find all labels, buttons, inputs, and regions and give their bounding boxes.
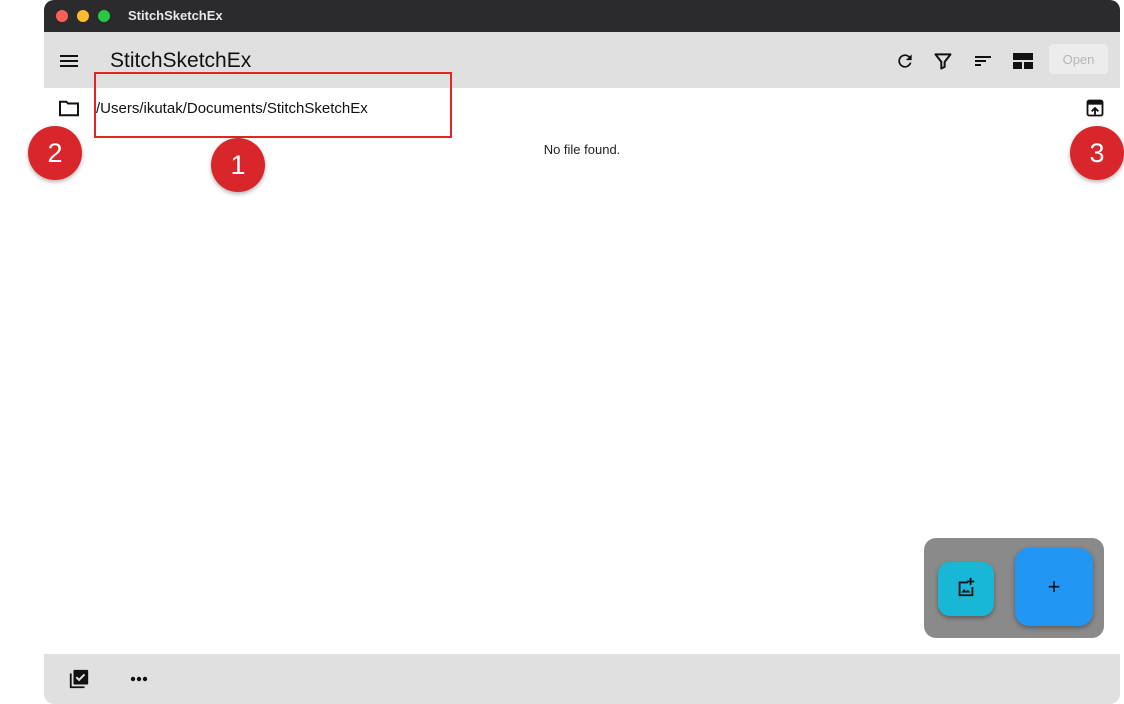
- open-button[interactable]: Open: [1049, 44, 1108, 74]
- current-path: /Users/ikutak/Documents/StitchSketchEx: [96, 100, 368, 117]
- annotation-badge-3: 3: [1070, 126, 1124, 180]
- zoom-window-button[interactable]: [98, 10, 110, 22]
- folder-icon[interactable]: [56, 96, 82, 120]
- view-layout-icon[interactable]: [1010, 48, 1036, 74]
- add-image-icon: [955, 576, 977, 603]
- minimize-window-button[interactable]: [77, 10, 89, 22]
- path-bar: /Users/ikutak/Documents/StitchSketchEx: [44, 88, 1120, 128]
- close-window-button[interactable]: [56, 10, 68, 22]
- select-all-icon[interactable]: [66, 666, 92, 692]
- refresh-icon[interactable]: [892, 48, 918, 74]
- fab-panel: +: [924, 538, 1104, 638]
- menu-icon[interactable]: [56, 48, 82, 74]
- annotation-badge-2: 2: [28, 126, 82, 180]
- more-icon[interactable]: [126, 666, 152, 692]
- empty-message: No file found.: [543, 142, 621, 157]
- add-button[interactable]: +: [1015, 548, 1093, 626]
- title-bar: StitchSketchEx: [44, 0, 1120, 32]
- bottom-bar: [44, 654, 1120, 704]
- app-bar: StitchSketchEx Open: [44, 32, 1120, 88]
- open-folder-icon[interactable]: [1082, 96, 1108, 120]
- annotation-badge-1: 1: [211, 138, 265, 192]
- sort-icon[interactable]: [970, 48, 996, 74]
- add-image-button[interactable]: [938, 562, 994, 616]
- app-title: StitchSketchEx: [110, 49, 252, 72]
- filter-icon[interactable]: [930, 48, 956, 74]
- app-window: StitchSketchEx StitchSketchEx Open /User…: [44, 0, 1120, 704]
- window-title: StitchSketchEx: [128, 8, 223, 23]
- plus-icon: +: [1047, 574, 1061, 599]
